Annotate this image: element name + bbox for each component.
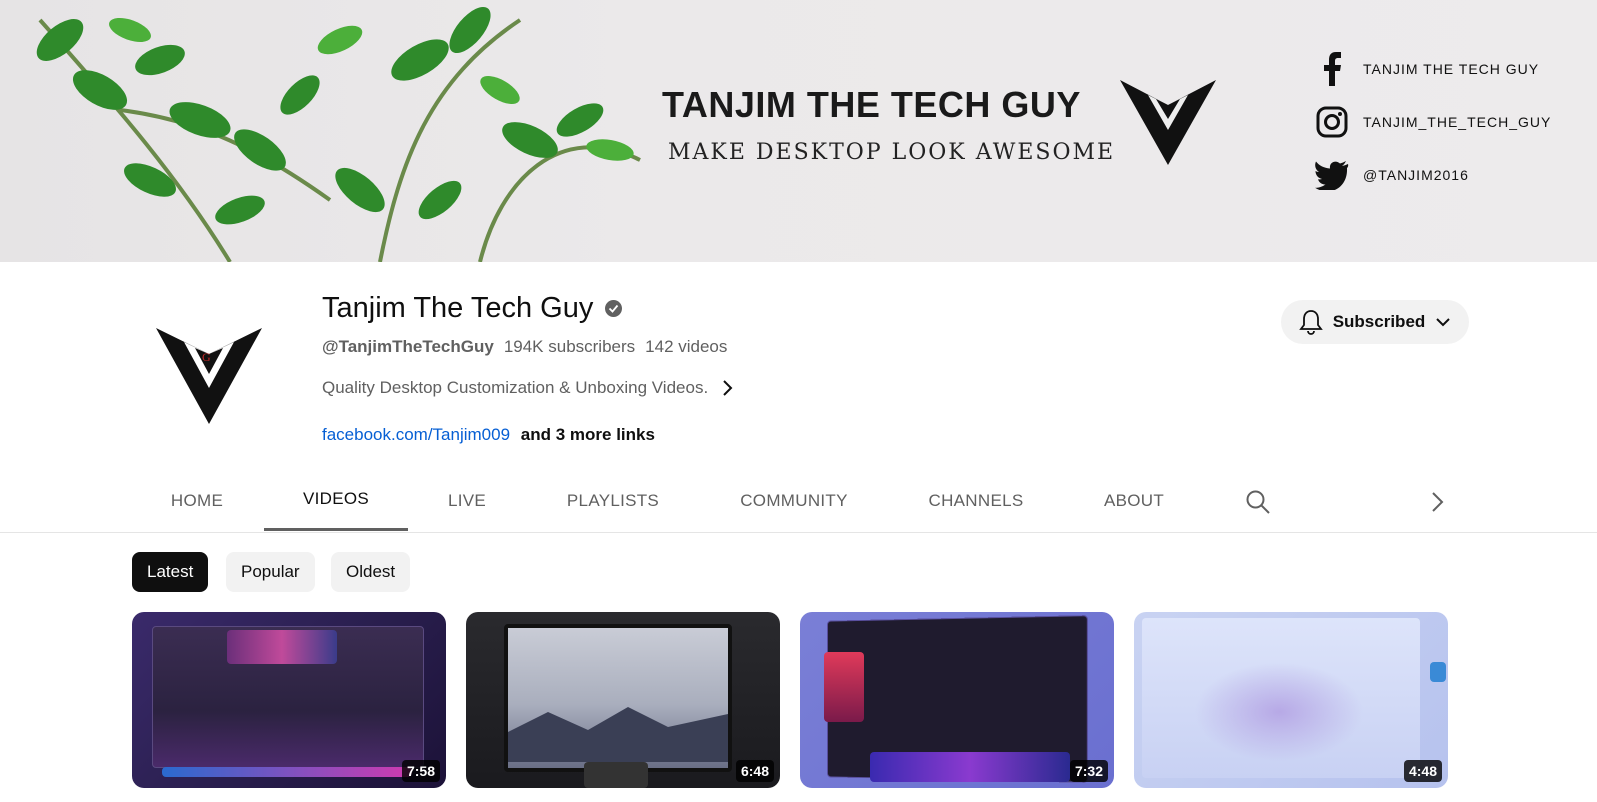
thumbnail-image <box>227 630 337 664</box>
more-links-button[interactable]: and 3 more links <box>521 425 655 444</box>
banner-social-twitter: @TANJIM2016 <box>1315 158 1469 192</box>
tab-live[interactable]: LIVE <box>432 470 502 531</box>
banner-social-text: TANJIM THE TECH GUY <box>1363 61 1540 77</box>
video-thumbnail[interactable]: 7:32 <box>800 612 1114 788</box>
channel-title: Tanjim The Tech Guy <box>322 292 623 325</box>
search-icon[interactable] <box>1245 489 1271 515</box>
tab-home[interactable]: HOME <box>155 470 239 531</box>
banner-title: TANJIM THE TECH GUY <box>662 84 1081 125</box>
subscribed-button[interactable]: Subscribed <box>1281 300 1469 344</box>
channel-meta: @TanjimTheTechGuy 194K subscribers 142 v… <box>322 337 727 357</box>
chevron-right-icon <box>723 380 733 396</box>
channel-logo-icon <box>1120 80 1216 165</box>
channel-links: facebook.com/Tanjim009 and 3 more links <box>322 425 655 445</box>
svg-text:G: G <box>202 350 211 364</box>
thumbnail-image <box>870 752 1070 782</box>
chevron-down-icon <box>1436 318 1451 327</box>
thumbnail-image <box>1430 662 1446 682</box>
instagram-icon <box>1315 105 1349 139</box>
channel-name: Tanjim The Tech Guy <box>322 292 594 324</box>
verified-badge-icon <box>605 300 623 317</box>
subscribed-label: Subscribed <box>1332 312 1426 331</box>
banner-social-text: @TANJIM2016 <box>1363 167 1469 183</box>
chip-popular[interactable]: Popular <box>226 552 315 592</box>
video-duration: 7:58 <box>401 760 440 782</box>
channel-description-text: Quality Desktop Customization & Unboxing… <box>322 378 709 397</box>
banner-social-text: TANJIM_THE_TECH_GUY <box>1363 114 1552 130</box>
thumbnail-image <box>1194 662 1364 762</box>
twitter-icon <box>1315 158 1349 192</box>
tab-about[interactable]: ABOUT <box>1093 470 1175 531</box>
channel-avatar[interactable]: G <box>150 306 268 424</box>
chevron-right-icon[interactable] <box>1424 489 1450 515</box>
banner-social-instagram: TANJIM_THE_TECH_GUY <box>1315 105 1551 139</box>
thumbnail-image <box>508 707 728 762</box>
video-duration: 4:48 <box>1403 760 1442 782</box>
video-count: 142 videos <box>645 337 728 356</box>
channel-tabs: HOME VIDEOS LIVE PLAYLISTS COMMUNITY CHA… <box>0 470 1597 533</box>
video-duration: 6:48 <box>735 760 774 782</box>
bell-icon <box>1298 310 1323 335</box>
tab-community[interactable]: COMMUNITY <box>727 470 861 531</box>
banner-social-facebook: TANJIM THE TECH GUY <box>1315 52 1539 86</box>
thumbnail-image <box>584 762 648 788</box>
chip-latest[interactable]: Latest <box>132 552 209 592</box>
banner-subtitle: MAKE DESKTOP LOOK AWESOME <box>668 140 1116 165</box>
channel-handle: @TanjimTheTechGuy <box>322 337 494 356</box>
video-thumbnail[interactable]: 6:48 <box>466 612 780 788</box>
subscriber-count: 194K subscribers <box>503 337 636 356</box>
channel-description[interactable]: Quality Desktop Customization & Unboxing… <box>322 378 734 398</box>
tab-playlists[interactable]: PLAYLISTS <box>553 470 673 531</box>
thumbnail-image <box>824 652 864 722</box>
plant-illustration <box>36 6 641 262</box>
facebook-icon <box>1315 52 1349 86</box>
thumbnail-image <box>162 767 412 777</box>
video-duration: 7:32 <box>1069 760 1108 782</box>
tab-videos[interactable]: VIDEOS <box>264 470 408 531</box>
chip-oldest[interactable]: Oldest <box>331 552 411 592</box>
channel-link[interactable]: facebook.com/Tanjim009 <box>322 425 510 444</box>
video-thumbnail[interactable]: 4:48 <box>1134 612 1448 788</box>
video-thumbnail[interactable]: 7:58 <box>132 612 446 788</box>
channel-banner: TANJIM THE TECH GUY MAKE DESKTOP LOOK AW… <box>0 0 1597 262</box>
tab-channels[interactable]: CHANNELS <box>913 470 1039 531</box>
